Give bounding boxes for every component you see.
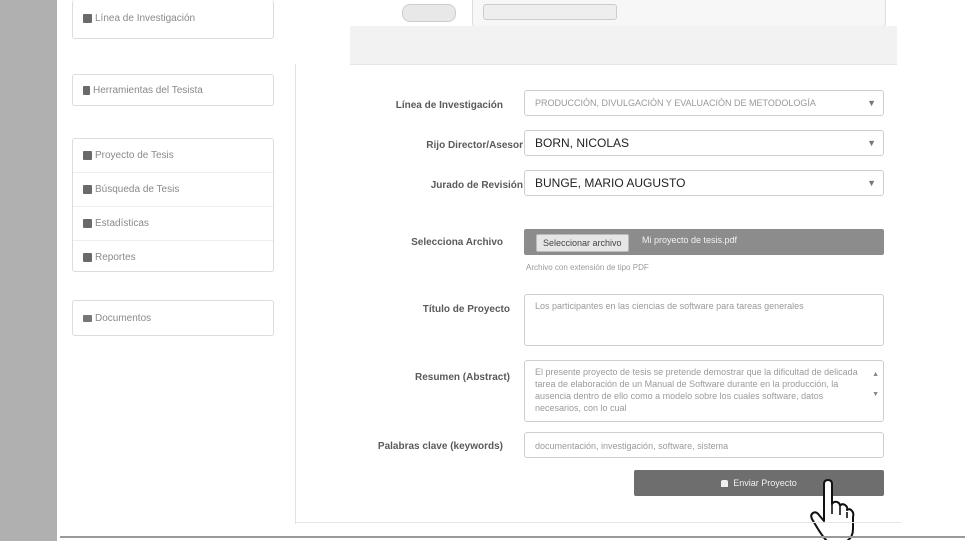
- table-icon: [83, 13, 92, 23]
- sidebar-docs-box: Documentos: [72, 300, 274, 336]
- sidebar-item-label: Documentos: [95, 312, 152, 324]
- sidebar-item-busqueda[interactable]: Búsqueda de Tesis: [73, 173, 273, 207]
- hand-cursor-icon: [810, 479, 855, 540]
- selected-file-name: Mi proyecto de tesis.pdf: [642, 235, 738, 245]
- chevron-down-icon: ▼: [867, 178, 876, 188]
- grid-icon: [83, 185, 92, 194]
- sidebar-item-label: Herramientas del Tesista: [93, 84, 203, 96]
- director-label: Rijo Director/Asesor: [426, 140, 523, 151]
- linea-select-value: PRODUCCIÓN, DIVULGACIÓN Y EVALUACIÓN DE …: [535, 98, 816, 108]
- sidebar-item-label: Proyecto de Tesis: [95, 150, 174, 161]
- submit-label: Enviar Proyecto: [733, 478, 797, 488]
- grid-icon: [83, 219, 92, 228]
- linea-select[interactable]: PRODUCCIÓN, DIVULGACIÓN Y EVALUACIÓN DE …: [524, 90, 884, 116]
- sidebar-item-reportes[interactable]: Reportes: [73, 241, 273, 274]
- director-select[interactable]: BORN, NICOLAS ▼: [524, 130, 884, 156]
- form-bottom-border: [296, 522, 901, 523]
- resumen-label: Resumen (Abstract): [414, 372, 510, 383]
- sidebar-item-label: Línea de Investigación: [95, 12, 196, 24]
- grid-icon: [83, 151, 92, 160]
- sidebar-tools-box: Herramientas del Tesista: [72, 74, 274, 106]
- textarea-scrollbar[interactable]: ▲ ▼: [872, 365, 879, 405]
- page-bottom-border: [60, 536, 965, 538]
- sidebar-item-label: Búsqueda de Tesis: [95, 184, 180, 195]
- sidebar-item-linea[interactable]: Línea de Investigación: [73, 0, 273, 36]
- choose-file-button[interactable]: Seleccionar archivo: [536, 234, 629, 252]
- sidebar-item-herramientas[interactable]: Herramientas del Tesista: [73, 75, 273, 105]
- sidebar-item-label: Estadísticas: [95, 218, 149, 229]
- chevron-down-icon: ▼: [867, 98, 876, 108]
- top-field[interactable]: [472, 0, 886, 27]
- archivo-label: Selecciona Archivo: [411, 237, 503, 248]
- chevron-down-icon: ▼: [867, 138, 876, 148]
- jurado-label: Jurado de Revisión: [430, 180, 523, 191]
- top-label-pill: [402, 4, 456, 22]
- resumen-text: El presente proyecto de tesis se pretend…: [535, 367, 858, 413]
- titulo-label: Título de Proyecto: [422, 304, 510, 315]
- grid-icon: [83, 253, 92, 262]
- section-separator: [350, 26, 897, 65]
- jurado-select-value: BUNGE, MARIO AUGUSTO: [535, 176, 686, 190]
- sidebar-top-box: Línea de Investigación: [72, 0, 274, 39]
- sidebar-item-estadisticas[interactable]: Estadísticas: [73, 207, 273, 241]
- sidebar-item-proyecto[interactable]: Proyecto de Tesis: [73, 139, 273, 173]
- jurado-select[interactable]: BUNGE, MARIO AUGUSTO ▼: [524, 170, 884, 196]
- titulo-textarea[interactable]: Los participantes en las ciencias de sof…: [524, 294, 884, 346]
- sidebar-item-documentos[interactable]: Documentos: [73, 301, 273, 335]
- sidebar-group-box: Proyecto de Tesis Búsqueda de Tesis Esta…: [72, 138, 274, 272]
- user-icon: [721, 479, 729, 487]
- linea-label: Línea de Investigación: [395, 100, 503, 111]
- director-select-value: BORN, NICOLAS: [535, 136, 630, 150]
- palabras-label: Palabras clave (keywords): [377, 441, 503, 452]
- left-gutter: [0, 0, 57, 541]
- file-input[interactable]: Seleccionar archivo Mi proyecto de tesis…: [524, 229, 884, 255]
- top-field-inner: [483, 4, 617, 20]
- file-hint: Archivo con extensión de tipo PDF: [526, 263, 649, 272]
- sidebar-item-label: Reportes: [95, 252, 136, 263]
- bookmark-icon: [83, 85, 90, 95]
- palabras-input[interactable]: documentación, investigación, software, …: [524, 432, 884, 458]
- folder-icon: [83, 314, 92, 322]
- resumen-textarea[interactable]: El presente proyecto de tesis se pretend…: [524, 360, 884, 422]
